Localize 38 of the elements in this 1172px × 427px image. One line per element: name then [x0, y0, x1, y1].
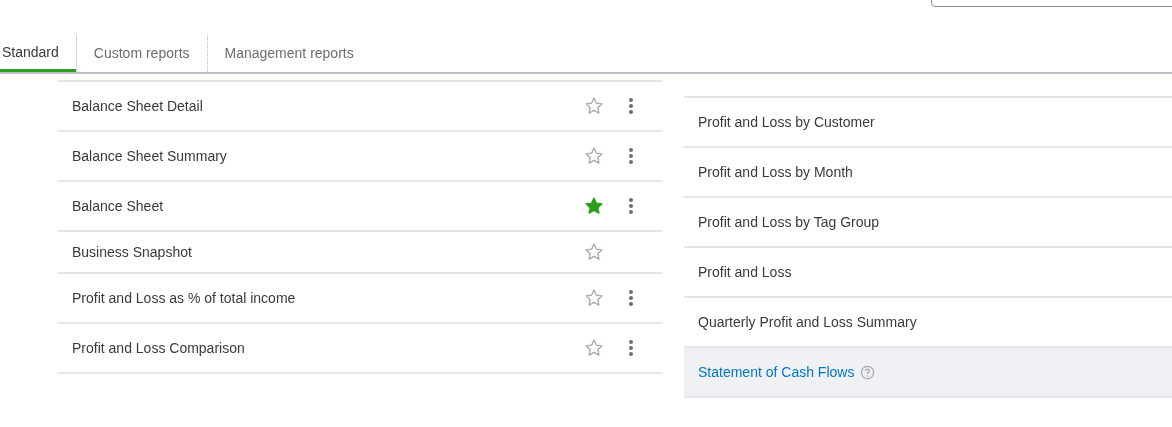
report-row[interactable]: Profit and Loss by Customer: [684, 98, 1172, 148]
report-row[interactable]: Balance Sheet: [57, 182, 663, 232]
more-options-icon[interactable]: [628, 197, 634, 215]
star-icon[interactable]: [584, 338, 604, 358]
report-row[interactable]: Profit and Loss: [684, 248, 1172, 298]
report-row[interactable]: Business Snapshot: [57, 232, 663, 274]
star-icon[interactable]: [584, 96, 604, 116]
report-name[interactable]: Business Snapshot: [72, 241, 584, 263]
report-row[interactable]: Profit and Loss by Tag Group: [684, 198, 1172, 248]
report-name[interactable]: Balance Sheet Summary: [72, 145, 584, 167]
report-name[interactable]: Profit and Loss by Tag Group: [698, 211, 880, 233]
report-row[interactable]: Balance Sheet Summary: [57, 132, 663, 182]
report-row[interactable]: Balance Sheet Detail: [57, 82, 663, 132]
star-icon[interactable]: [584, 146, 604, 166]
star-icon[interactable]: [584, 288, 604, 308]
tab[interactable]: Management reports: [206, 35, 371, 72]
report-name[interactable]: Balance Sheet: [72, 195, 584, 217]
star-icon[interactable]: [584, 196, 604, 216]
tab[interactable]: Standard: [0, 35, 76, 72]
report-name[interactable]: Profit and Loss by Customer: [698, 111, 875, 133]
report-row[interactable]: Profit and Loss by Month: [684, 148, 1172, 198]
report-row[interactable]: Profit and Loss as % of total income: [57, 274, 663, 324]
report-name[interactable]: Profit and Loss Comparison: [72, 337, 584, 359]
more-options-icon[interactable]: [628, 97, 634, 115]
help-icon[interactable]: [860, 364, 876, 380]
report-name[interactable]: Profit and Loss by Month: [698, 161, 853, 183]
report-name[interactable]: Balance Sheet Detail: [72, 95, 584, 117]
report-name[interactable]: Quarterly Profit and Loss Summary: [698, 311, 917, 333]
report-row[interactable]: Statement of Cash Flows: [684, 348, 1172, 398]
report-name[interactable]: Profit and Loss as % of total income: [72, 287, 584, 309]
report-name[interactable]: Statement of Cash Flows: [698, 361, 855, 383]
more-options-icon[interactable]: [628, 289, 634, 307]
report-name[interactable]: Profit and Loss: [698, 261, 792, 283]
tab[interactable]: Custom reports: [75, 35, 207, 72]
star-icon[interactable]: [584, 242, 604, 262]
more-options-icon[interactable]: [628, 339, 634, 357]
report-row[interactable]: Profit and Loss Comparison: [57, 324, 663, 374]
more-options-icon[interactable]: [628, 147, 634, 165]
